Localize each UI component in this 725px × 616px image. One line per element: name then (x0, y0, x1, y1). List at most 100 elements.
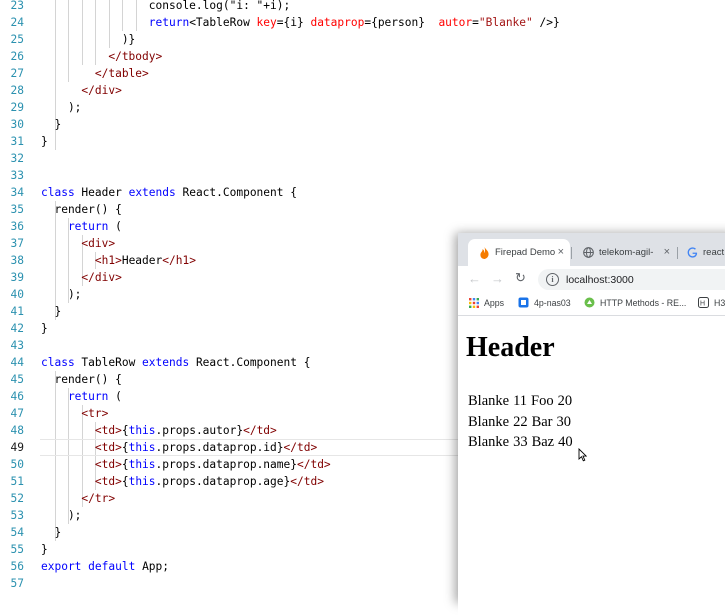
line-number: 30 (10, 118, 24, 131)
line-number: 53 (10, 509, 24, 522)
code-token: ); (41, 509, 82, 522)
code-line[interactable]: } (41, 524, 61, 541)
line-number: 24 (10, 16, 24, 29)
bookmark-apps[interactable]: Apps (468, 297, 504, 308)
tab-title: Firepad Demo (495, 247, 556, 258)
line-number: 25 (10, 33, 24, 46)
line-number: 35 (10, 203, 24, 216)
table-cell: Foo (531, 393, 554, 409)
code-line[interactable]: </table> (41, 65, 149, 82)
code-line[interactable]: </div> (41, 82, 121, 99)
code-line[interactable]: <div> (41, 235, 115, 252)
address-bar[interactable]: i localhost:3000 (538, 269, 725, 290)
code-token: render() { (41, 203, 122, 216)
code-token: <td> (41, 424, 122, 437)
tab-separator (571, 247, 572, 259)
code-line[interactable]: class Header extends React.Component { (41, 184, 297, 201)
code-token: this (128, 424, 156, 437)
code-line[interactable]: return<TableRow key={i} dataprop={person… (41, 14, 560, 31)
line-number: 39 (10, 271, 24, 284)
code-token: </table> (41, 67, 149, 80)
code-token: class (41, 186, 75, 199)
tab-firepad-demo[interactable]: Firepad Demo × (468, 239, 570, 266)
tab-react[interactable]: react (680, 239, 725, 266)
code-line[interactable]: </tr> (41, 490, 115, 507)
bookmark-h3[interactable]: H H3 (698, 297, 725, 308)
code-token: />} (532, 16, 560, 29)
code-token: export (41, 560, 82, 573)
tab-title: telekom-agil- (599, 247, 654, 258)
svg-text:H: H (700, 301, 705, 308)
code-line[interactable]: <tr> (41, 405, 108, 422)
tab-telekom-agil[interactable]: telekom-agil- × (574, 239, 676, 266)
code-token: default (88, 560, 136, 573)
bookmark-http-methods[interactable]: HTTP Methods - RE... (584, 297, 686, 308)
page-heading: Header (466, 332, 555, 363)
line-number: 28 (10, 84, 24, 97)
code-line[interactable]: return ( (41, 388, 122, 405)
code-token: </td> (243, 424, 277, 437)
code-line[interactable]: class TableRow extends React.Component { (41, 354, 310, 371)
table-cell: 22 (513, 413, 528, 430)
code-line[interactable]: <td>{this.props.dataprop.age}</td> (41, 473, 324, 490)
code-line[interactable]: export default App; (41, 558, 169, 575)
code-line[interactable]: <td>{this.props.autor}</td> (41, 422, 277, 439)
back-arrow-icon[interactable]: ← (468, 271, 481, 286)
code-token: } (41, 526, 62, 539)
code-token: TableRow (74, 356, 143, 369)
code-line[interactable]: </div> (41, 269, 121, 286)
line-number: 26 (10, 50, 24, 63)
bookmark-4p-nas03[interactable]: 4p-nas03 (518, 297, 571, 308)
code-line[interactable]: } (41, 320, 48, 337)
code-token: React.Component { (175, 186, 297, 199)
table-cell: Baz (531, 434, 555, 450)
code-token: Header (74, 186, 129, 199)
code-token: render() { (41, 373, 122, 386)
table-cell: 20 (557, 393, 573, 409)
code-line[interactable]: } (41, 133, 48, 150)
line-number: 45 (10, 373, 24, 386)
code-token: </tr> (41, 492, 116, 505)
code-line[interactable]: } (41, 116, 61, 133)
code-line[interactable]: ); (41, 507, 81, 524)
code-line[interactable]: <td>{this.props.dataprop.name}</td> (41, 456, 331, 473)
code-line[interactable]: <h1>Header</h1> (41, 252, 196, 269)
code-line[interactable]: render() { (41, 201, 122, 218)
code-line[interactable]: ); (41, 99, 81, 116)
code-token: ( (108, 390, 122, 403)
code-token: return (41, 220, 109, 233)
reload-icon[interactable]: ↻ (515, 270, 526, 286)
tab-strip: Firepad Demo × telekom-agil- × react (458, 233, 725, 266)
navigation-bar: ← → ↻ i localhost:3000 (458, 266, 725, 293)
h3-icon: H (698, 297, 709, 308)
code-line[interactable]: )} (41, 31, 135, 48)
code-token: console.log("i: "+i); (41, 0, 291, 12)
browser-window[interactable]: Firepad Demo × telekom-agil- × react ← →… (458, 233, 725, 616)
code-line[interactable]: } (41, 541, 48, 558)
forward-arrow-icon[interactable]: → (491, 271, 504, 286)
info-icon[interactable]: i (546, 273, 559, 286)
bookmark-label: HTTP Methods - RE... (600, 297, 687, 308)
code-line[interactable]: ); (41, 286, 81, 303)
line-number: 46 (10, 390, 24, 403)
line-number: 43 (10, 339, 24, 352)
code-line[interactable]: return ( (41, 218, 122, 235)
close-icon[interactable]: × (664, 246, 670, 258)
table-cell: Blanke (468, 434, 510, 450)
line-number: 47 (10, 407, 24, 420)
bookmark-label: H3 (714, 297, 725, 308)
code-token: { (121, 458, 129, 471)
close-icon[interactable]: × (558, 246, 564, 258)
line-number: 38 (10, 254, 24, 267)
code-line[interactable]: render() { (41, 371, 122, 388)
table-cell: 33 (513, 434, 528, 450)
code-token: <div> (41, 237, 116, 250)
code-token: this (128, 475, 156, 488)
firepad-flame-icon (478, 246, 490, 259)
code-line[interactable]: </tbody> (41, 48, 162, 65)
table-cell: 40 (558, 434, 573, 450)
line-number: 37 (10, 237, 24, 250)
code-line[interactable]: } (41, 303, 61, 320)
code-line[interactable]: console.log("i: "+i); (41, 0, 290, 14)
line-number: 44 (10, 356, 24, 369)
